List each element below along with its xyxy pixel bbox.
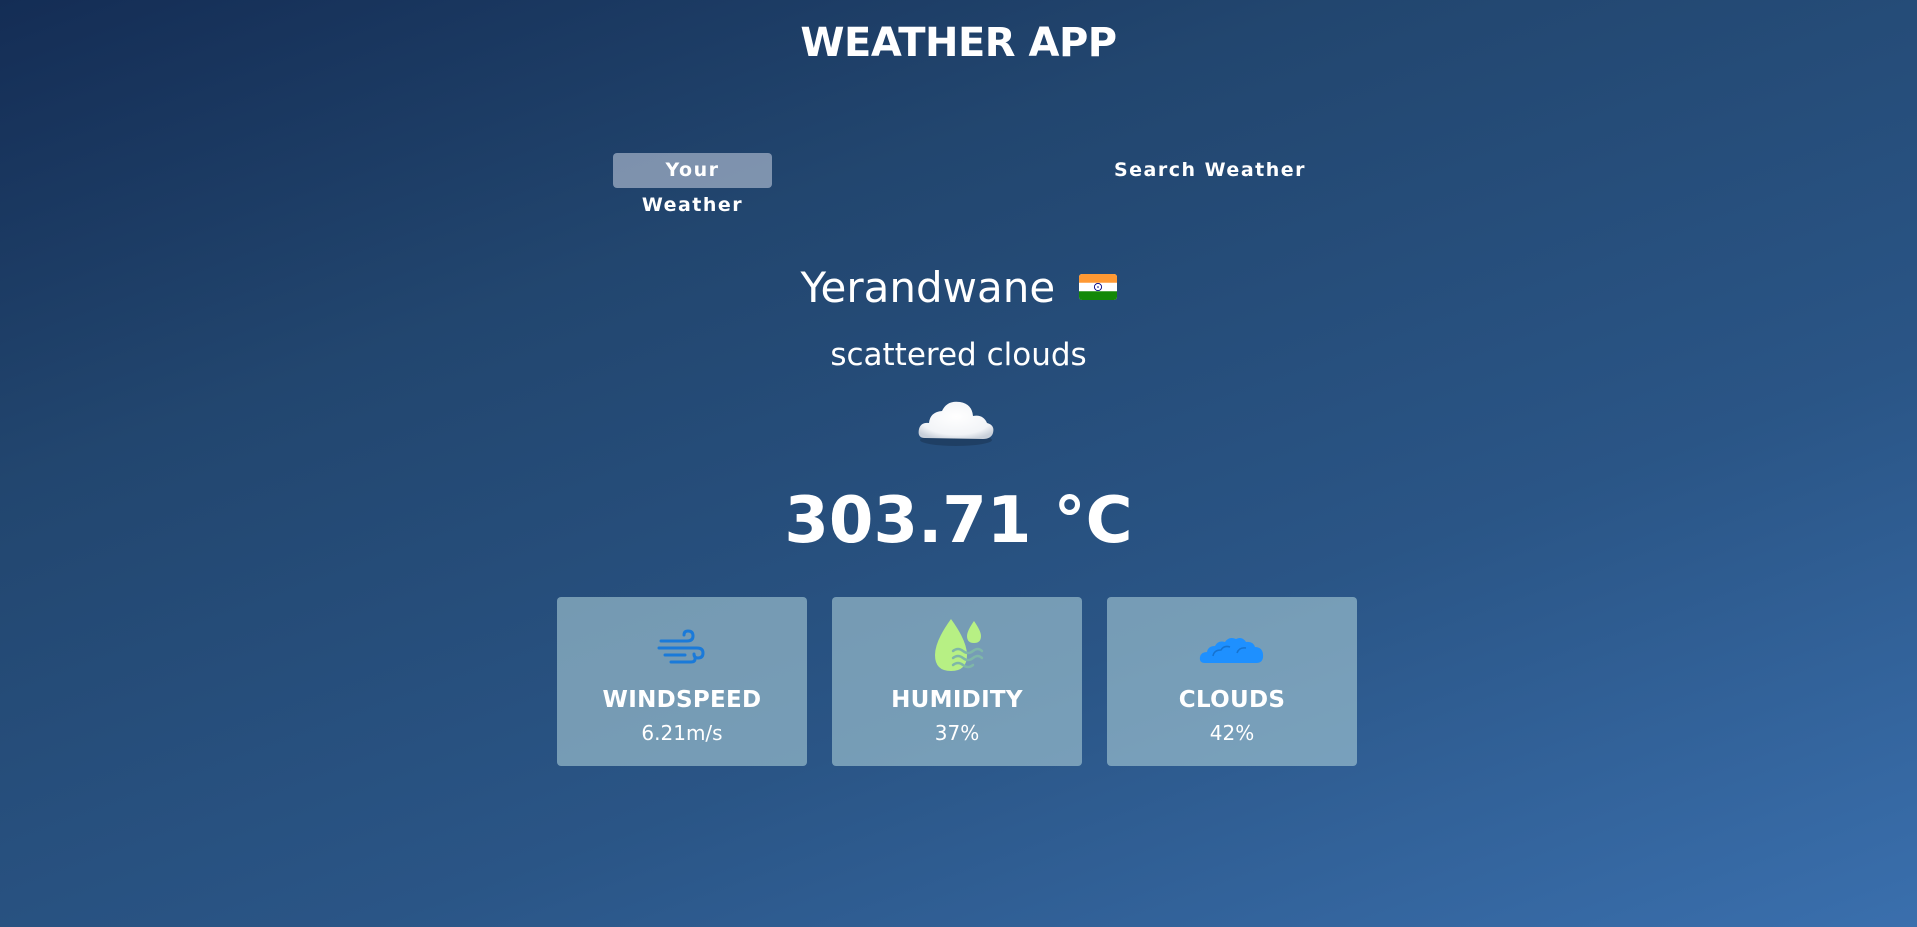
clouds-icon — [1199, 638, 1264, 663]
india-flag-icon — [1078, 273, 1117, 300]
clouds-card: CLOUDS 42% — [1107, 597, 1357, 766]
location-row: Yerandwane — [0, 263, 1917, 312]
city-name: Yerandwane — [800, 263, 1056, 312]
windspeed-label: WINDSPEED — [602, 687, 762, 713]
wind-icon — [657, 629, 705, 664]
clouds-value: 42% — [1209, 721, 1255, 745]
temperature: 303.71 °C — [784, 484, 1133, 558]
humidity-card: HUMIDITY 37% — [832, 597, 1082, 766]
tab-your-weather[interactable]: Your Weather — [613, 153, 772, 216]
tab-search-weather[interactable]: Search Weather — [1110, 153, 1310, 188]
windspeed-value: 6.21m/s — [641, 721, 723, 745]
humidity-value: 37% — [934, 721, 980, 745]
scattered-clouds-icon — [918, 401, 994, 446]
clouds-label: CLOUDS — [1178, 687, 1286, 713]
humidity-label: HUMIDITY — [891, 687, 1023, 713]
weather-description: scattered clouds — [830, 337, 1087, 373]
app-title: WEATHER APP — [800, 20, 1117, 66]
humidity-drop-icon — [935, 619, 984, 671]
windspeed-card: WINDSPEED 6.21m/s — [557, 597, 807, 766]
